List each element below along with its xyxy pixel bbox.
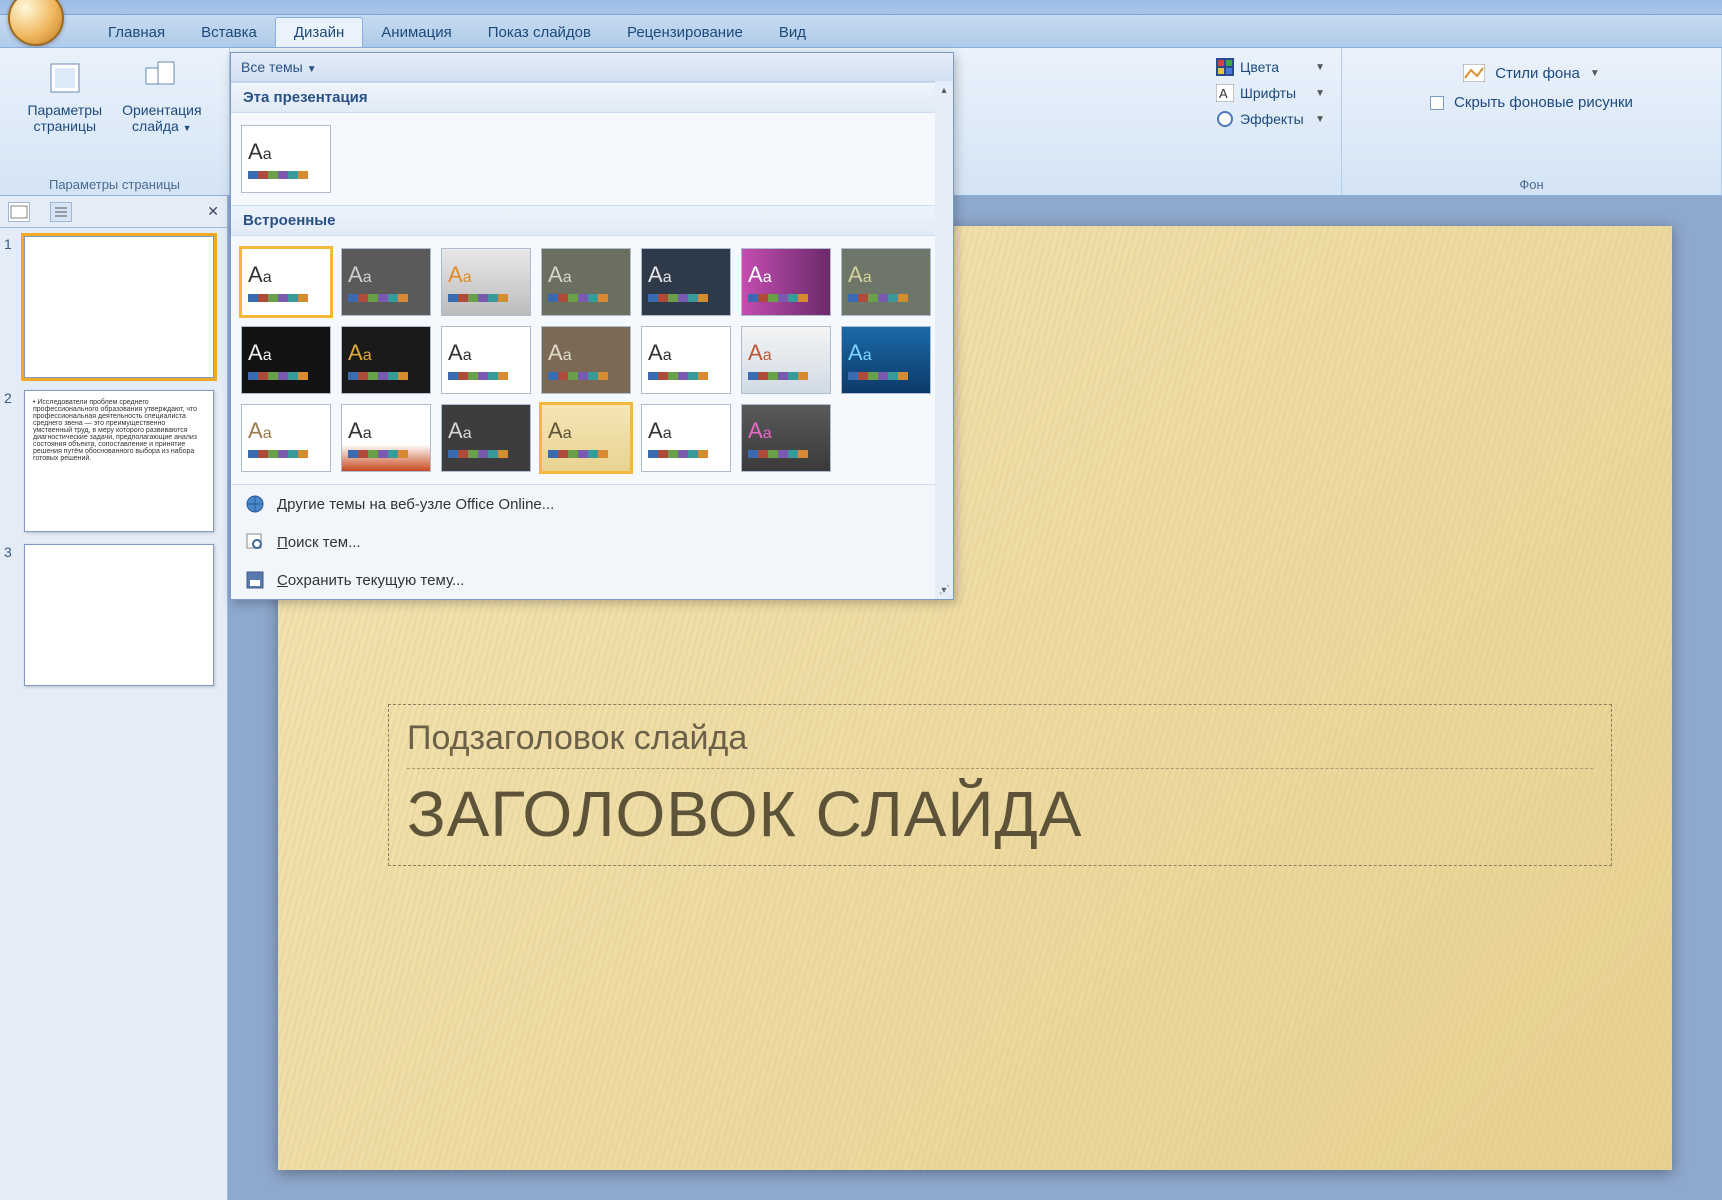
fonts-button[interactable]: A Шрифты▼: [1210, 80, 1331, 106]
slide-subtitle[interactable]: Подзаголовок слайда: [407, 719, 1593, 769]
theme-thumb[interactable]: Aa: [641, 248, 731, 316]
title-textbox[interactable]: Подзаголовок слайда ЗАГОЛОВОК СЛАЙДА: [388, 704, 1612, 866]
theme-thumb[interactable]: Aa: [541, 404, 631, 472]
tab-home[interactable]: Главная: [90, 18, 183, 47]
themes-save-current[interactable]: Сохранить текущую тему...: [231, 561, 953, 599]
tab-design[interactable]: Дизайн: [275, 17, 363, 47]
theme-thumb[interactable]: Aa: [541, 248, 631, 316]
theme-thumb[interactable]: Aa: [641, 326, 731, 394]
slide-number: 2: [4, 390, 18, 532]
tab-view[interactable]: Вид: [761, 18, 824, 47]
slide-title[interactable]: ЗАГОЛОВОК СЛАЙДА: [407, 777, 1593, 851]
effects-label: Эффекты: [1240, 111, 1304, 127]
group-bg-label: Фон: [1352, 174, 1711, 195]
page-params-label: Параметры страницы: [27, 102, 102, 134]
theme-thumb[interactable]: Aa: [441, 248, 531, 316]
panel-tab-slides[interactable]: [8, 202, 30, 222]
group-page-label: Параметры страницы: [10, 174, 219, 195]
bg-styles-label: Стили фона: [1495, 65, 1580, 82]
theme-thumb[interactable]: Aa: [241, 125, 331, 193]
themes-scrollbar[interactable]: ▴ ▾: [935, 81, 953, 599]
tab-animation[interactable]: Анимация: [363, 18, 469, 47]
theme-thumb[interactable]: Aa: [241, 248, 331, 316]
search-themes-icon: [245, 532, 265, 552]
slides-tab-icon: [9, 203, 29, 221]
themes-more-online[interactable]: Другие темы на веб-узле Office Online...: [231, 485, 953, 523]
theme-thumb[interactable]: Aa: [541, 326, 631, 394]
colors-button[interactable]: Цвета▼: [1210, 54, 1331, 80]
theme-thumb[interactable]: Aa: [341, 248, 431, 316]
slide-thumbnail[interactable]: 2• Исследователи проблем среднего профес…: [4, 390, 223, 532]
fonts-icon: A: [1216, 84, 1234, 102]
colors-label: Цвета: [1240, 59, 1279, 75]
tab-slideshow[interactable]: Показ слайдов: [470, 18, 609, 47]
slide-mini-preview: [24, 544, 214, 686]
theme-thumb[interactable]: Aa: [741, 404, 831, 472]
themes-search[interactable]: Поиск тем...: [231, 523, 953, 561]
theme-thumb[interactable]: Aa: [241, 326, 331, 394]
fonts-label: Шрифты: [1240, 85, 1296, 101]
theme-thumb[interactable]: Aa: [441, 326, 531, 394]
bg-styles-button[interactable]: Стили фона ▼: [1449, 58, 1614, 88]
themes-builtin-label: Встроенные: [231, 205, 953, 236]
theme-thumb[interactable]: Aa: [841, 326, 931, 394]
slide-panel: ✕ 12• Исследователи проблем среднего про…: [0, 196, 228, 1200]
panel-close-button[interactable]: ✕: [207, 203, 219, 220]
hide-bg-label: Скрыть фоновые рисунки: [1454, 94, 1633, 111]
themes-this-pres-label: Эта презентация: [231, 82, 953, 113]
page-params-button[interactable]: Параметры страницы: [19, 54, 110, 138]
effects-button[interactable]: Эффекты▼: [1210, 106, 1331, 132]
resize-grip-icon[interactable]: ⋰: [939, 583, 950, 596]
slide-orientation-button[interactable]: Ориентация слайда ▼: [114, 54, 209, 138]
theme-thumb[interactable]: Aa: [741, 326, 831, 394]
theme-thumb[interactable]: Aa: [341, 326, 431, 394]
theme-thumb[interactable]: Aa: [641, 404, 731, 472]
ribbon-tabs: Главная Вставка Дизайн Анимация Показ сл…: [0, 15, 1722, 48]
slide-thumbnail[interactable]: 3: [4, 544, 223, 686]
slide-orientation-label: Ориентация слайда ▼: [122, 102, 201, 134]
slide-number: 3: [4, 544, 18, 686]
themes-gallery: Все темы▼ Эта презентация Aa Встроенные …: [230, 52, 954, 600]
slide-mini-preview: • Исследователи проблем среднего професс…: [24, 390, 214, 532]
outline-tab-icon: [51, 203, 71, 221]
tab-insert[interactable]: Вставка: [183, 18, 275, 47]
slide-thumbnail[interactable]: 1: [4, 236, 223, 378]
svg-text:A: A: [1219, 86, 1228, 101]
effects-icon: [1216, 110, 1234, 128]
theme-thumb[interactable]: Aa: [441, 404, 531, 472]
orientation-icon: [142, 58, 182, 98]
colors-icon: [1216, 58, 1234, 76]
tab-review[interactable]: Рецензирование: [609, 18, 761, 47]
slide-number: 1: [4, 236, 18, 378]
theme-thumb[interactable]: Aa: [341, 404, 431, 472]
globe-icon: [245, 494, 265, 514]
theme-thumb[interactable]: Aa: [841, 248, 931, 316]
page-icon: [45, 58, 85, 98]
panel-tab-outline[interactable]: [50, 202, 72, 222]
slide-mini-preview: [24, 236, 214, 378]
save-theme-icon: [245, 570, 265, 590]
bg-styles-icon: [1463, 64, 1485, 82]
hide-bg-checkbox[interactable]: [1430, 96, 1444, 110]
theme-thumb[interactable]: Aa: [241, 404, 331, 472]
themes-all-header[interactable]: Все темы▼: [231, 53, 953, 82]
theme-thumb[interactable]: Aa: [741, 248, 831, 316]
